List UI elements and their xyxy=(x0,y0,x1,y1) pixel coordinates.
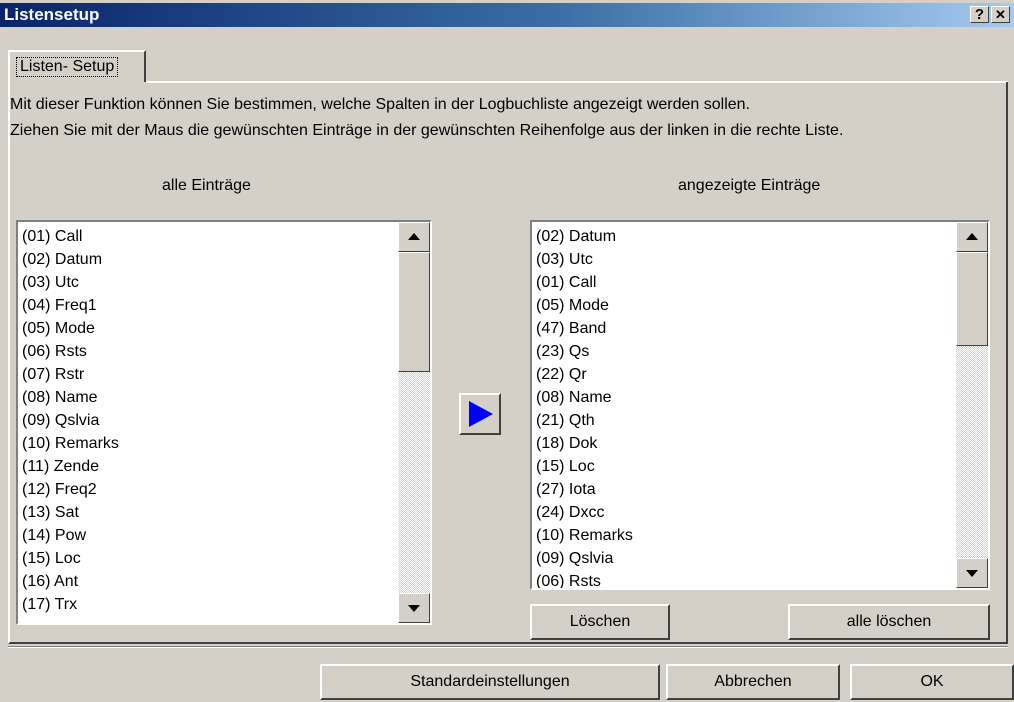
scroll-thumb[interactable] xyxy=(398,252,430,372)
list-item[interactable]: (08) Name xyxy=(20,386,396,409)
list-item[interactable]: (10) Remarks xyxy=(534,524,954,547)
list-item[interactable]: (01) Call xyxy=(534,271,954,294)
scroll-down-button[interactable] xyxy=(398,593,430,623)
tab-label: Listen- Setup xyxy=(16,57,119,77)
standardeinstellungen-button[interactable]: Standardeinstellungen xyxy=(320,664,660,700)
list-item[interactable]: (04) Freq1 xyxy=(20,294,396,317)
list-item[interactable]: (09) Qslvia xyxy=(534,547,954,570)
chevron-up-icon xyxy=(966,233,978,240)
description-line-1: Mit dieser Funktion können Sie bestimmen… xyxy=(10,96,750,113)
close-icon: ✕ xyxy=(995,7,1006,22)
list-item[interactable]: (06) Rsts xyxy=(20,340,396,363)
all-entries-items: (01) Call (02) Datum (03) Utc (04) Freq1… xyxy=(20,225,396,623)
list-item[interactable]: (03) Utc xyxy=(534,248,954,271)
list-item[interactable]: (02) Datum xyxy=(20,248,396,271)
list-item[interactable]: (24) Dxcc xyxy=(534,501,954,524)
list-item[interactable]: (07) Rstr xyxy=(20,363,396,386)
list-item[interactable]: (27) Iota xyxy=(534,478,954,501)
right-list-scrollbar[interactable] xyxy=(956,222,988,588)
list-item[interactable]: (13) Sat xyxy=(20,501,396,524)
scroll-up-button[interactable] xyxy=(956,222,988,252)
left-list-header: alle Einträge xyxy=(162,177,251,194)
list-item[interactable]: (23) Qs xyxy=(534,340,954,363)
displayed-entries-items: (02) Datum (03) Utc (01) Call (05) Mode … xyxy=(534,225,954,588)
chevron-down-icon xyxy=(966,570,978,577)
close-button[interactable]: ✕ xyxy=(991,6,1010,23)
footer-separator xyxy=(8,646,1008,648)
ok-button[interactable]: OK xyxy=(850,664,1014,700)
play-right-arrow-icon xyxy=(469,401,493,427)
list-item[interactable]: (16) Ant xyxy=(20,570,396,593)
list-item[interactable]: (02) Datum xyxy=(534,225,954,248)
tab-listen-setup[interactable]: Listen- Setup xyxy=(8,50,146,82)
scroll-down-button[interactable] xyxy=(956,558,988,588)
move-right-button[interactable] xyxy=(459,393,501,435)
list-item[interactable]: (05) Mode xyxy=(534,294,954,317)
abbrechen-button[interactable]: Abbrechen xyxy=(666,664,840,700)
help-button[interactable]: ? xyxy=(970,6,989,23)
list-item[interactable]: (11) Zende xyxy=(20,455,396,478)
list-item[interactable]: (21) Qth xyxy=(534,409,954,432)
list-item[interactable]: (10) Remarks xyxy=(20,432,396,455)
loeschen-button[interactable]: Löschen xyxy=(530,604,670,640)
list-item[interactable]: (15) Loc xyxy=(20,547,396,570)
displayed-entries-listbox[interactable]: (02) Datum (03) Utc (01) Call (05) Mode … xyxy=(530,220,990,590)
chevron-down-icon xyxy=(408,605,420,612)
list-item[interactable]: (06) Rsts xyxy=(534,570,954,588)
list-item[interactable]: (05) Mode xyxy=(20,317,396,340)
alle-loeschen-button[interactable]: alle löschen xyxy=(788,604,990,640)
scroll-thumb[interactable] xyxy=(956,252,988,346)
list-item[interactable]: (09) Qslvia xyxy=(20,409,396,432)
list-item[interactable]: (08) Name xyxy=(534,386,954,409)
tab-strip: Listen- Setup xyxy=(8,50,1008,82)
list-item[interactable]: (12) Freq2 xyxy=(20,478,396,501)
list-item[interactable]: (17) Trx xyxy=(20,593,396,616)
list-item[interactable]: (47) Band xyxy=(534,317,954,340)
listensetup-dialog: Listensetup ? ✕ Listen- Setup Mit dieser… xyxy=(0,0,1014,702)
title-bar[interactable]: Listensetup ? ✕ xyxy=(0,3,1014,27)
list-item[interactable]: (03) Utc xyxy=(20,271,396,294)
all-entries-listbox[interactable]: (01) Call (02) Datum (03) Utc (04) Freq1… xyxy=(16,220,432,625)
list-item[interactable]: (15) Loc xyxy=(534,455,954,478)
right-list-header: angezeigte Einträge xyxy=(678,177,821,194)
scroll-up-button[interactable] xyxy=(398,222,430,252)
list-item[interactable]: (22) Qr xyxy=(534,363,954,386)
list-item[interactable]: (01) Call xyxy=(20,225,396,248)
help-icon: ? xyxy=(974,6,985,23)
chevron-up-icon xyxy=(408,233,420,240)
list-item[interactable]: (14) Pow xyxy=(20,524,396,547)
left-list-scrollbar[interactable] xyxy=(398,222,430,623)
window-title: Listensetup xyxy=(4,5,100,24)
list-item[interactable]: (18) Dok xyxy=(534,432,954,455)
description-line-2: Ziehen Sie mit der Maus die gewünschten … xyxy=(10,122,844,139)
